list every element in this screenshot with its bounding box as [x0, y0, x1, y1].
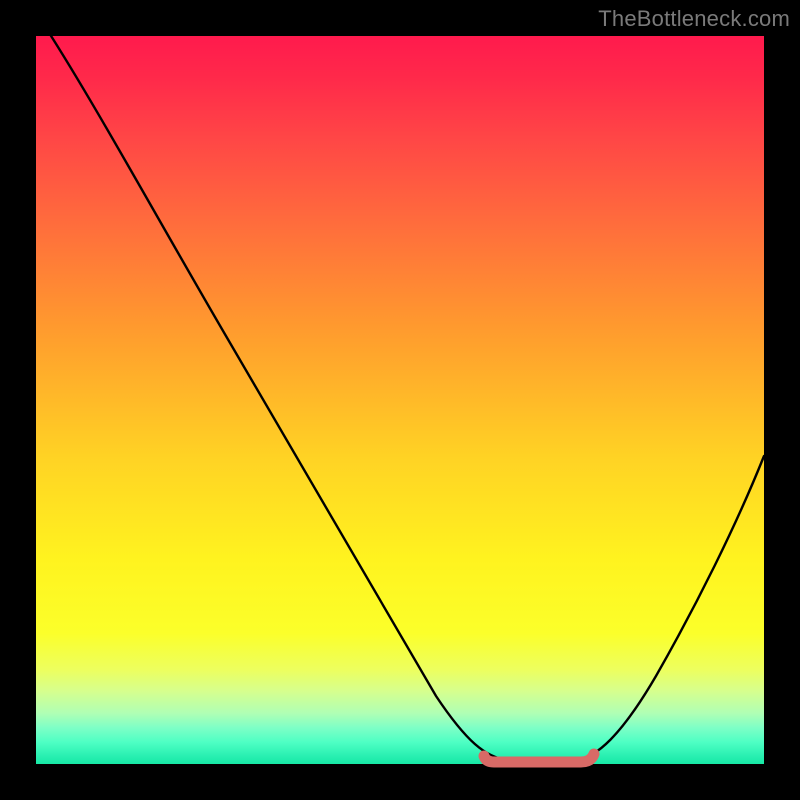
watermark-text: TheBottleneck.com — [598, 6, 790, 32]
chart-plot-area — [36, 36, 764, 764]
optimal-range-marker — [484, 754, 594, 762]
chart-frame: TheBottleneck.com — [0, 0, 800, 800]
bottleneck-curve — [46, 28, 764, 760]
